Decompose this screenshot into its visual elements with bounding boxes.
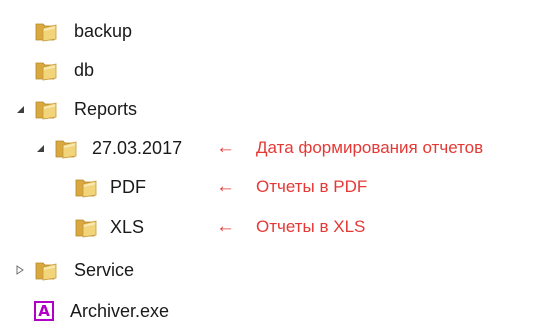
folder-icon — [74, 216, 98, 238]
tree-item-service[interactable]: Service — [30, 255, 170, 285]
annotation-date-folder: Дата формирования отчетов — [256, 138, 484, 157]
tree-item-backup[interactable]: backup — [30, 16, 170, 46]
folder-icon — [54, 137, 78, 159]
tree-item-label: Service — [74, 260, 135, 280]
folder-icon — [34, 98, 58, 120]
exe-app-icon: A — [34, 301, 54, 321]
tree-item-pdf[interactable]: PDF — [70, 172, 170, 202]
folder-icon — [34, 20, 58, 42]
expanded-arrow-icon — [17, 106, 24, 113]
tree-item-label: db — [74, 60, 95, 80]
tree-item-date-folder[interactable]: 27.03.2017 — [50, 133, 210, 163]
tree-item-label: XLS — [110, 217, 145, 237]
tree-item-db[interactable]: db — [30, 55, 130, 85]
annotation-arrow: ← — [216, 216, 235, 237]
tree-item-label: Archiver.exe — [70, 301, 170, 321]
tree-item-label: PDF — [110, 177, 146, 197]
folder-icon — [34, 59, 58, 81]
annotation-arrow: ← — [216, 176, 235, 197]
folder-icon — [34, 259, 58, 281]
tree-item-archiver-exe[interactable]: A Archiver.exe — [30, 296, 200, 326]
collapsed-arrow-icon — [16, 265, 24, 275]
expand-toggle-date[interactable] — [34, 142, 46, 154]
tree-item-xls[interactable]: XLS — [70, 212, 170, 242]
annotation-pdf-folder: Отчеты в PDF — [256, 177, 368, 196]
folder-tree: backup db Reports 27.03.2017 ← Дата форм… — [0, 0, 560, 327]
expand-toggle-reports[interactable] — [14, 103, 26, 115]
annotation-arrow: ← — [216, 137, 235, 158]
tree-item-reports[interactable]: Reports — [30, 94, 170, 124]
expand-toggle-service[interactable] — [14, 264, 26, 276]
expanded-arrow-icon — [37, 145, 44, 152]
tree-item-label: Reports — [74, 99, 138, 119]
tree-item-label: 27.03.2017 — [92, 138, 183, 158]
annotation-xls-folder: Отчеты в XLS — [256, 217, 366, 236]
folder-icon — [74, 176, 98, 198]
tree-item-label: backup — [74, 21, 133, 41]
